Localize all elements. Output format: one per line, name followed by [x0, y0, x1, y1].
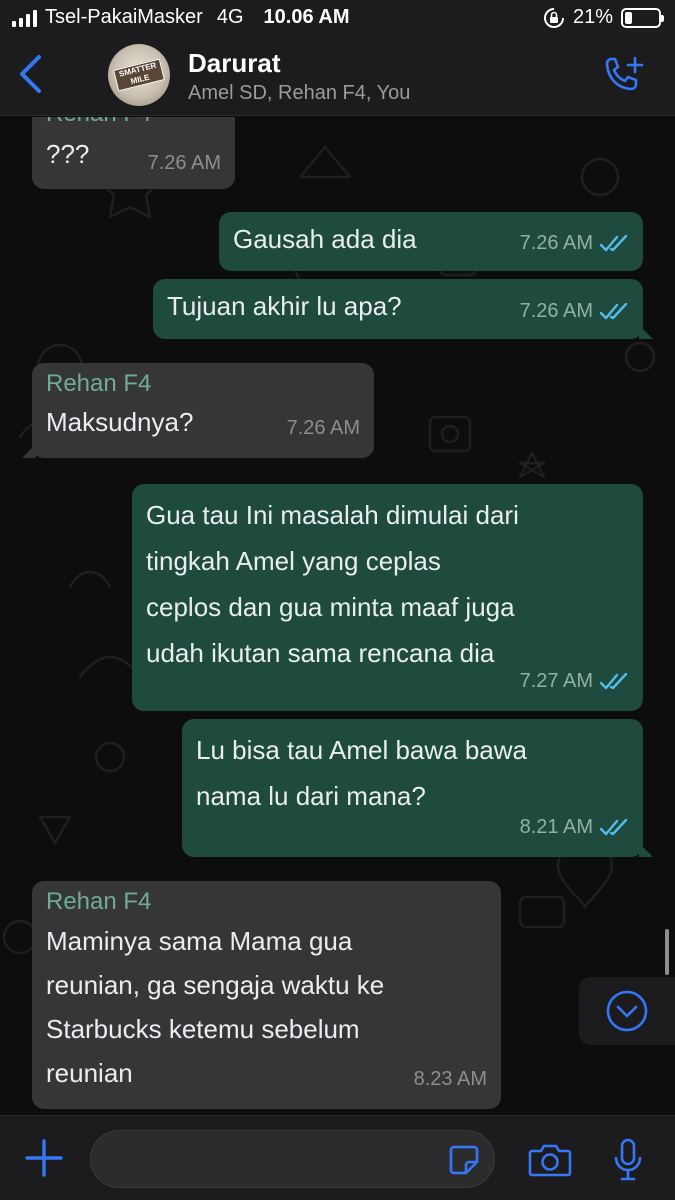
message-text-line: reunian, ga sengaja waktu ke: [46, 970, 385, 1000]
message-meta: 7.26 AM: [520, 224, 629, 263]
sender-name: Rehan F4: [46, 370, 152, 397]
sender-name: Rehan F4: [46, 888, 152, 915]
chevron-down-circle-icon: [606, 990, 648, 1032]
message-text-line: Lu bisa tau Amel bawa bawa: [196, 735, 527, 765]
double-check-read-icon: [599, 234, 628, 251]
message-meta: 7.26 AM: [148, 144, 221, 183]
carrier-name: Tsel-PakaiMasker: [45, 6, 203, 28]
message-time: 7.26 AM: [286, 417, 360, 439]
message-text-line: tingkah Amel yang ceplas: [146, 546, 441, 576]
sticker-icon[interactable]: [448, 1144, 480, 1176]
message-time: 8.23 AM: [413, 1068, 487, 1090]
avatar-image-text: SMATTER MILE: [113, 58, 165, 92]
message-bubble-outgoing[interactable]: Tujuan akhir lu apa? 7.26 AM: [153, 279, 653, 339]
message-bubble-incoming[interactable]: Rehan F4 Maksudnya? 7.26 AM: [22, 363, 374, 458]
double-check-read-icon: [599, 818, 628, 835]
message-meta: 7.26 AM: [520, 292, 629, 331]
bubble-tail: [639, 325, 653, 339]
chat-participants[interactable]: Amel SD, Rehan F4, You: [188, 82, 410, 105]
chat-title[interactable]: Darurat: [188, 48, 280, 79]
scrollbar[interactable]: [665, 929, 669, 975]
microphone-icon[interactable]: [612, 1138, 644, 1182]
message-time: 8.21 AM: [519, 816, 593, 838]
message-text-line: Maminya sama Mama gua: [46, 926, 353, 956]
message-text-line: Gua tau Ini masalah dimulai dari: [146, 500, 519, 530]
message-time: 7.26 AM: [519, 300, 593, 322]
network-type: 4G: [216, 6, 244, 28]
message-time: 7.26 AM: [147, 152, 221, 174]
sender-name: Rehan F4: [46, 117, 221, 129]
add-call-icon[interactable]: [601, 56, 645, 96]
group-avatar[interactable]: SMATTER MILE: [108, 44, 170, 106]
message-time: 7.27 AM: [519, 670, 593, 692]
message-bubble-incoming[interactable]: Rehan F4 Maminya sama Mama gua reunian, …: [32, 881, 501, 1109]
message-time: 7.26 AM: [519, 232, 593, 254]
chat-header: SMATTER MILE Darurat Amel SD, Rehan F4, Y…: [0, 36, 675, 116]
message-bubble-incoming[interactable]: Rehan F4 ??? 7.26 AM: [32, 117, 235, 189]
double-check-read-icon: [599, 302, 628, 319]
status-bar: Tsel-PakaiMasker 4G 10.06 AM 21%: [0, 0, 675, 36]
message-meta: 7.26 AM: [287, 409, 360, 448]
back-button[interactable]: [12, 52, 48, 96]
scroll-to-bottom-button[interactable]: [579, 977, 675, 1045]
signal-strength-icon: [12, 9, 37, 27]
camera-icon[interactable]: [528, 1142, 572, 1178]
message-list[interactable]: Rehan F4 ??? 7.26 AM Gausah ada dia 7.26…: [0, 117, 675, 1115]
clock-time: 10.06 AM: [263, 6, 350, 28]
message-input[interactable]: [90, 1130, 495, 1188]
battery-percent: 21%: [572, 6, 613, 28]
bubble-tail: [22, 444, 36, 458]
double-check-read-icon: [599, 672, 628, 689]
battery-icon: [621, 7, 664, 28]
compose-bar: [0, 1115, 675, 1200]
message-bubble-outgoing[interactable]: Gausah ada dia 7.26 AM: [219, 212, 643, 271]
message-bubble-outgoing[interactable]: Gua tau Ini masalah dimulai dari tingkah…: [132, 484, 643, 711]
chevron-left-icon: [20, 55, 41, 93]
message-bubble-outgoing[interactable]: Lu bisa tau Amel bawa bawa nama lu dari …: [182, 719, 653, 857]
orientation-lock-icon: [544, 7, 564, 28]
message-text-line: Starbucks ketemu sebelum: [46, 1014, 360, 1044]
bubble-tail: [639, 843, 653, 857]
message-meta: 8.21 AM: [520, 808, 629, 847]
message-meta: 7.27 AM: [520, 662, 629, 701]
message-meta: 8.23 AM: [414, 1060, 487, 1099]
plus-icon[interactable]: [24, 1138, 64, 1178]
message-text-line: ceplos dan gua minta maaf juga: [146, 592, 515, 622]
